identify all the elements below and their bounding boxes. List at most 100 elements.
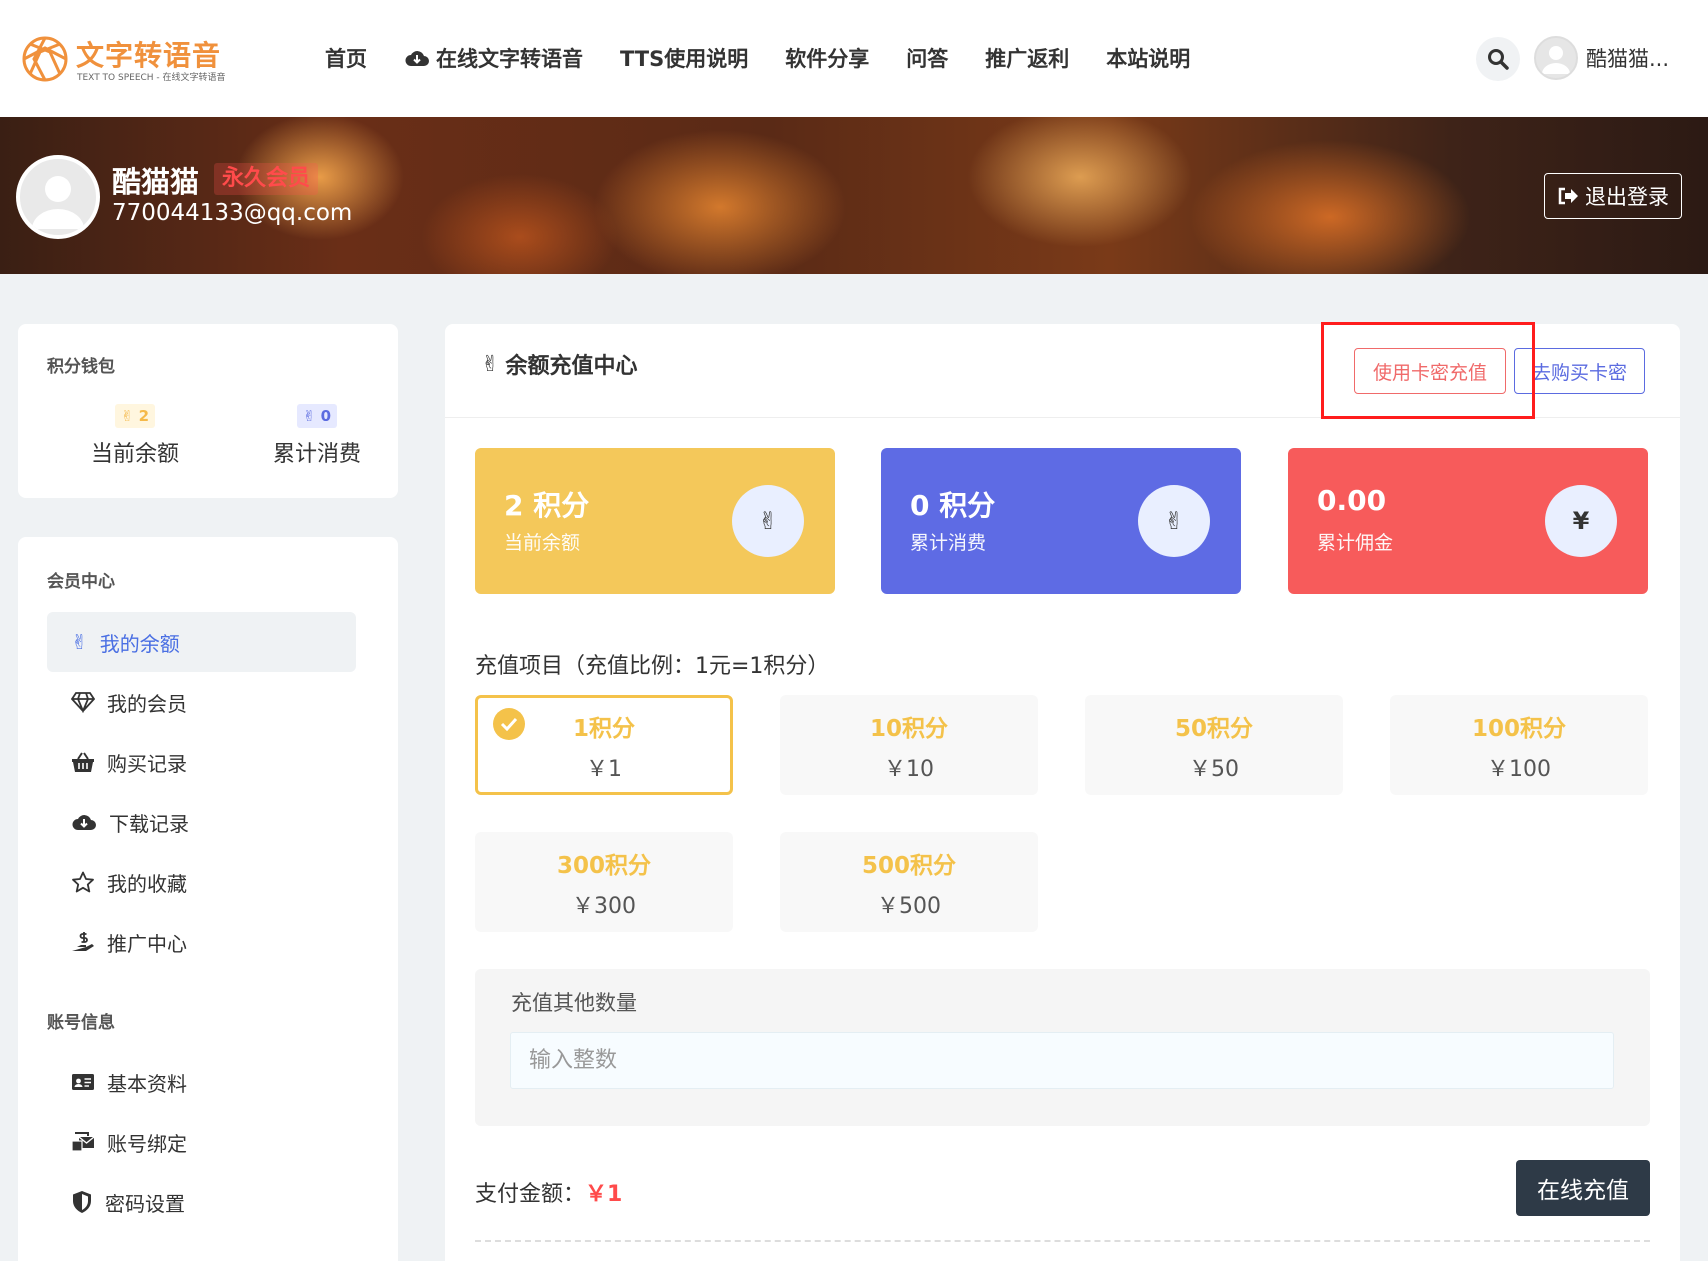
menu-password-settings[interactable]: 密码设置 [47, 1172, 356, 1232]
victory-hand-icon: ✌ [71, 630, 88, 654]
option-price: ￥300 [572, 894, 636, 919]
menu-label: 密码设置 [105, 1191, 185, 1216]
pay-amount-value: ￥1 [585, 1182, 623, 1207]
stat-value: 2 积分 [504, 489, 590, 522]
option-points: 10积分 [869, 716, 948, 742]
recharge-option-500[interactable]: 500积分 ￥500 [780, 832, 1038, 932]
profile-name: 酷猫猫 [112, 165, 200, 199]
nav-software[interactable]: 软件分享 [785, 43, 869, 73]
logo-subtitle: TEXT TO SPEECH - 在线文字转语音 [77, 73, 226, 83]
spent-badge: ✌ 0 [296, 404, 338, 428]
logo-title: 文字转语音 [76, 39, 222, 72]
stat-card-balance: 2 积分 当前余额 ✌ [475, 448, 835, 594]
menu-basic-profile[interactable]: 基本资料 [47, 1052, 356, 1112]
menu-label: 下载记录 [109, 811, 189, 836]
nav-online-tts[interactable]: 在线文字转语音 [404, 43, 583, 73]
panel-title: ✌ 余额充值中心 [481, 348, 637, 380]
menu-label: 基本资料 [107, 1071, 187, 1096]
search-icon [1488, 49, 1509, 70]
profile-banner: 酷猫猫 永久会员 770044133@qq.com 退出登录 [0, 117, 1708, 274]
balance-badge: ✌ 2 [114, 404, 156, 428]
victory-hand-icon: ✌ [732, 485, 804, 557]
nav-referral[interactable]: 推广返利 [985, 43, 1069, 73]
stat-card-spent: 0 积分 累计消费 ✌ [881, 448, 1241, 594]
pay-amount-row: 支付金额：￥1 [475, 1176, 622, 1208]
menu-label: 购买记录 [107, 751, 187, 776]
recharge-option-1[interactable]: 1积分 ￥1 [475, 695, 733, 795]
recharge-option-300[interactable]: 300积分 ￥300 [475, 832, 733, 932]
mail-bulk-icon [71, 1132, 95, 1152]
menu-purchase-records[interactable]: 购买记录 [47, 732, 356, 792]
menu-referral-center[interactable]: 推广中心 [47, 912, 356, 972]
balance-label: 当前余额 [90, 442, 179, 467]
basket-icon [72, 752, 94, 772]
wallet-spent[interactable]: ✌ 0 累计消费 [247, 404, 387, 468]
stat-label: 当前余额 [504, 532, 581, 554]
menu-label: 账号绑定 [107, 1131, 187, 1156]
nav-qa[interactable]: 问答 [906, 43, 948, 73]
wallet-balance[interactable]: ✌ 2 当前余额 [65, 404, 205, 468]
logout-button[interactable]: 退出登录 [1544, 173, 1682, 219]
nav-online-tts-label: 在线文字转语音 [436, 47, 583, 71]
vip-badge: 永久会员 [214, 163, 319, 195]
menu-account-binding[interactable]: 账号绑定 [47, 1112, 356, 1172]
spent-label: 累计消费 [272, 442, 361, 467]
menu-download-records[interactable]: 下载记录 [47, 792, 356, 852]
stat-label: 累计佣金 [1317, 532, 1394, 554]
user-avatar-icon [32, 176, 84, 229]
cloud-download-icon [72, 815, 96, 830]
option-points: 50积分 [1174, 716, 1253, 742]
account-info-title: 账号信息 [47, 1013, 115, 1033]
cloud-download-icon [405, 51, 429, 66]
custom-amount-label: 充值其他数量 [511, 991, 637, 1015]
avatar [1534, 36, 1578, 80]
custom-amount-input[interactable] [510, 1032, 1614, 1089]
shield-icon [73, 1191, 91, 1213]
divider [475, 1240, 1650, 1242]
search-button[interactable] [1476, 37, 1520, 81]
site-logo[interactable]: 文字转语音 TEXT TO SPEECH - 在线文字转语音 [20, 34, 240, 84]
yen-icon: ¥ [1545, 485, 1617, 557]
recharge-options-label: 充值项目（充值比例：1元=1积分） [475, 654, 830, 679]
logout-label: 退出登录 [1585, 185, 1669, 209]
member-center-title: 会员中心 [47, 572, 115, 592]
diamond-icon [71, 692, 95, 713]
option-price: ￥1 [586, 757, 622, 782]
check-circle-icon [493, 708, 525, 740]
victory-hand-icon: ✌ [481, 351, 500, 377]
pay-amount-label: 支付金额： [475, 1182, 586, 1207]
panel-title-text: 余额充值中心 [505, 354, 638, 379]
option-price: ￥100 [1487, 757, 1551, 782]
logo-icon [22, 36, 68, 82]
option-points: 100积分 [1471, 716, 1566, 742]
recharge-option-50[interactable]: 50积分 ￥50 [1085, 695, 1343, 795]
profile-avatar [16, 155, 100, 239]
recharge-option-10[interactable]: 10积分 ￥10 [780, 695, 1038, 795]
user-menu[interactable]: 酷猫猫... [1534, 36, 1669, 80]
id-card-icon [72, 1074, 94, 1090]
menu-favorites[interactable]: 我的收藏 [47, 852, 356, 912]
wallet-card: 积分钱包 ✌ 2 当前余额 ✌ 0 累计消费 [18, 324, 398, 498]
option-price: ￥10 [884, 757, 934, 782]
stat-value: 0.00 [1317, 484, 1387, 517]
nav-about[interactable]: 本站说明 [1106, 43, 1190, 73]
nav-tts-guide[interactable]: TTS使用说明 [620, 43, 748, 73]
user-name: 酷猫猫... [1586, 47, 1670, 71]
recharge-option-100[interactable]: 100积分 ￥100 [1390, 695, 1648, 795]
menu-label: 推广中心 [107, 931, 187, 956]
stat-label: 累计消费 [910, 532, 987, 554]
custom-amount-box: 充值其他数量 [475, 969, 1650, 1126]
recharge-panel: ✌ 余额充值中心 使用卡密充值 去购买卡密 2 积分 当前余额 ✌ 0 积分 累… [445, 324, 1680, 1261]
star-icon [72, 871, 94, 893]
option-points: 500积分 [861, 853, 956, 879]
stat-card-commission: 0.00 累计佣金 ¥ [1288, 448, 1648, 594]
menu-my-balance[interactable]: ✌ 我的余额 [47, 612, 356, 672]
option-price: ￥500 [877, 894, 941, 919]
menu-my-membership[interactable]: 我的会员 [47, 672, 356, 732]
online-recharge-button[interactable]: 在线充值 [1516, 1160, 1650, 1216]
highlight-box [1321, 322, 1535, 419]
top-header: 文字转语音 TEXT TO SPEECH - 在线文字转语音 首页 在线文字转语… [0, 0, 1708, 117]
menu-label: 我的余额 [99, 631, 180, 656]
member-menu-card: 会员中心 ✌ 我的余额 我的会员 购买记录 下载记录 我的收藏 推广中心 账号信… [18, 537, 398, 1261]
nav-home[interactable]: 首页 [325, 43, 367, 73]
